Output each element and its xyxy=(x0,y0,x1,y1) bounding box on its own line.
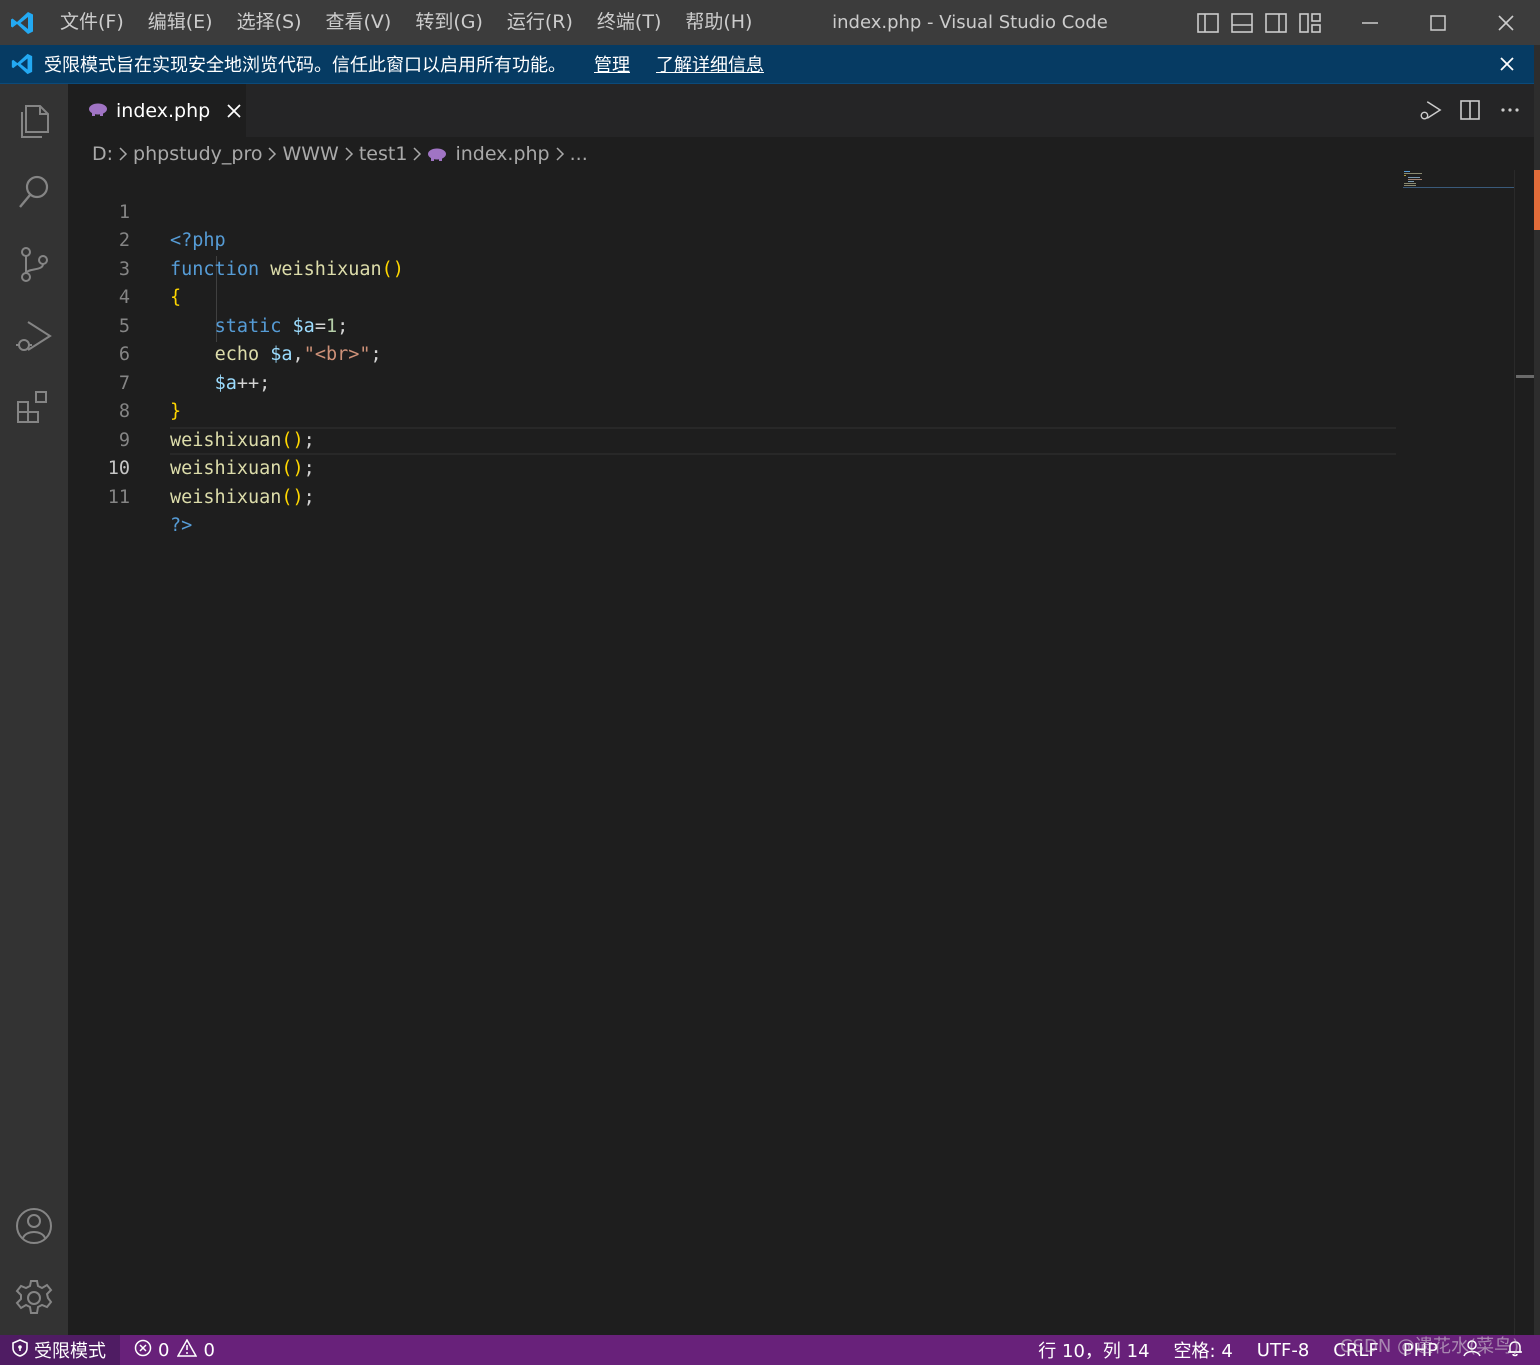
menu-file[interactable]: 文件(F) xyxy=(48,0,136,45)
code-line: 7 } xyxy=(68,341,1398,423)
customize-layout-icon[interactable] xyxy=(1297,10,1323,36)
tab-label: index.php xyxy=(116,99,211,122)
activity-bar xyxy=(0,84,68,1335)
status-problems[interactable]: 0 0 xyxy=(134,1337,215,1362)
status-indentation[interactable]: 空格: 4 xyxy=(1174,1337,1233,1363)
maximize-icon[interactable] xyxy=(1404,0,1472,45)
run-debug-icon[interactable] xyxy=(0,300,68,372)
warning-icon xyxy=(177,1337,198,1362)
line-content: weishixuan(); xyxy=(170,486,315,508)
restricted-mode-banner: 受限模式旨在实现安全地浏览代码。信任此窗口以启用所有功能。 管理 了解详细信息 xyxy=(0,45,1540,84)
menu-view[interactable]: 查看(V) xyxy=(314,0,404,45)
breadcrumb: D: phpstudy_pro WWW test1 index.php ... xyxy=(92,140,588,168)
split-editor-icon[interactable] xyxy=(1458,96,1482,124)
chevron-right-icon xyxy=(262,147,282,161)
code-line: 6 $a++; xyxy=(68,313,1398,394)
error-icon xyxy=(134,1339,152,1362)
code-line-active: 10 weishixuan(); xyxy=(68,427,1398,508)
restricted-mode-label: 受限模式 xyxy=(34,1341,106,1362)
layout-controls xyxy=(1195,0,1323,45)
banner-close-icon[interactable] xyxy=(1496,53,1518,75)
extensions-icon[interactable] xyxy=(0,372,68,444)
php-file-icon xyxy=(88,101,108,120)
breadcrumb-item-drive[interactable]: D: xyxy=(92,143,113,165)
minimap-viewport xyxy=(1403,187,1514,188)
chevron-right-icon xyxy=(550,147,570,161)
vscode-logo-icon xyxy=(0,0,44,45)
status-bar: 受限模式 0 0 行 10，列 14 空格: 4 UTF-8 CRLF PHP xyxy=(0,1335,1540,1365)
shield-icon xyxy=(12,1338,28,1362)
vertical-scrollbar[interactable] xyxy=(1514,170,1534,1335)
overview-ruler-accent xyxy=(1534,170,1540,230)
warning-count: 0 xyxy=(203,1339,215,1361)
code-line: 3 { xyxy=(68,227,1398,309)
menu-bar: 文件(F) 编辑(E) 选择(S) 查看(V) 转到(G) 运行(R) 终端(T… xyxy=(48,0,764,45)
code-line: 9 weishixuan(); xyxy=(68,398,1398,480)
window-right-edge xyxy=(1534,45,1540,1335)
tab-index-php[interactable]: index.php xyxy=(68,84,246,137)
menu-run[interactable]: 运行(R) xyxy=(495,0,585,45)
editor-tab-bar: index.php xyxy=(68,84,1534,137)
breadcrumb-item-index-php[interactable]: index.php xyxy=(455,143,549,165)
banner-message: 受限模式旨在实现安全地浏览代码。信任此窗口以启用所有功能。 xyxy=(44,55,566,76)
scrollbar-thumb[interactable] xyxy=(1516,375,1534,378)
title-bar: 文件(F) 编辑(E) 选择(S) 查看(V) 转到(G) 运行(R) 终端(T… xyxy=(0,0,1540,45)
code-line: 2 function weishixuan() xyxy=(68,199,1398,280)
breadcrumb-item-test1[interactable]: test1 xyxy=(359,143,408,165)
csdn-watermark: CSDN @遗花水(菜鸟) xyxy=(1340,1336,1520,1357)
tab-close-icon[interactable] xyxy=(224,101,244,121)
source-control-icon[interactable] xyxy=(0,228,68,300)
code-line: 4 static $a=1; xyxy=(68,256,1398,337)
chevron-right-icon xyxy=(407,147,427,161)
run-file-icon[interactable] xyxy=(1418,96,1442,124)
code-line: 5 echo $a,"<br>"; xyxy=(68,284,1398,366)
error-count: 0 xyxy=(158,1339,170,1361)
status-encoding[interactable]: UTF-8 xyxy=(1257,1340,1309,1361)
menu-selection[interactable]: 选择(S) xyxy=(225,0,314,45)
banner-learn-more-link[interactable]: 了解详细信息 xyxy=(656,51,764,77)
more-actions-icon[interactable] xyxy=(1498,96,1522,124)
account-icon[interactable] xyxy=(0,1190,68,1262)
close-window-icon[interactable] xyxy=(1472,0,1540,45)
line-text: ?> xyxy=(170,515,193,536)
line-content: ?> xyxy=(170,512,192,541)
breadcrumb-item-www[interactable]: WWW xyxy=(282,143,338,165)
breadcrumb-item-phpstudy-pro[interactable]: phpstudy_pro xyxy=(133,143,262,165)
breadcrumb-php-file-icon xyxy=(427,147,447,161)
search-icon[interactable] xyxy=(0,156,68,228)
toggle-panel-icon[interactable] xyxy=(1229,10,1255,36)
code-line: 8 weishixuan(); xyxy=(68,370,1398,451)
banner-manage-link[interactable]: 管理 xyxy=(594,51,630,77)
minimize-icon[interactable] xyxy=(1336,0,1404,45)
window-title: index.php - Visual Studio Code xyxy=(832,12,1108,33)
menu-go[interactable]: 转到(G) xyxy=(403,0,495,45)
status-cursor-position[interactable]: 行 10，列 14 xyxy=(1038,1337,1149,1363)
menu-help[interactable]: 帮助(H) xyxy=(673,0,764,45)
chevron-right-icon xyxy=(113,147,133,161)
vscode-banner-icon xyxy=(0,45,44,84)
menu-terminal[interactable]: 终端(T) xyxy=(585,0,673,45)
code-line: 1 <?php xyxy=(68,170,1398,252)
code-editor[interactable]: 1 <?php 2 function weishixuan() 3 { 4 st… xyxy=(68,170,1514,1335)
chevron-right-icon xyxy=(339,147,359,161)
explorer-icon[interactable] xyxy=(0,84,68,156)
toggle-secondary-sidebar-icon[interactable] xyxy=(1263,10,1289,36)
toggle-primary-sidebar-icon[interactable] xyxy=(1195,10,1221,36)
status-restricted-mode[interactable]: 受限模式 xyxy=(0,1335,120,1365)
window-controls xyxy=(1336,0,1540,45)
line-number: 11 xyxy=(107,486,130,508)
editor-actions xyxy=(1418,96,1522,124)
settings-gear-icon[interactable] xyxy=(0,1262,68,1334)
breadcrumb-item-symbols[interactable]: ... xyxy=(570,143,588,165)
code-line: 11 ?> xyxy=(68,455,1398,537)
menu-edit[interactable]: 编辑(E) xyxy=(136,0,225,45)
